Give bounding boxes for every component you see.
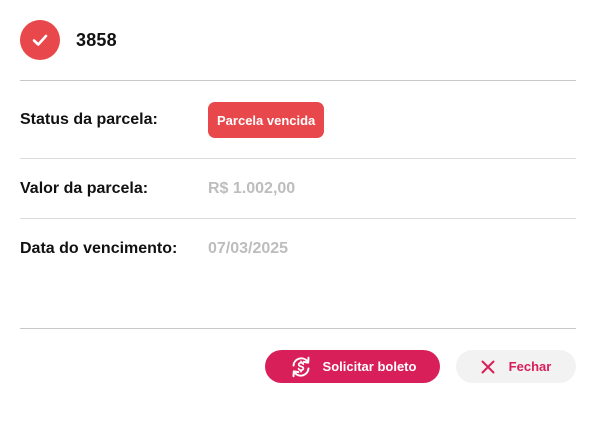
modal-header: 3858 bbox=[20, 20, 117, 60]
due-date-value: 07/03/2025 bbox=[208, 240, 289, 257]
status-badge: Parcela vencida bbox=[208, 102, 325, 138]
request-boleto-button[interactable]: Solicitar boleto bbox=[265, 350, 440, 383]
close-icon bbox=[481, 360, 495, 374]
close-button[interactable]: Fechar bbox=[456, 350, 576, 383]
amount-row: Valor da parcela: R$ 1.002,00 bbox=[20, 171, 295, 207]
due-date-label: Data do vencimento: bbox=[20, 240, 178, 257]
status-row: Status da parcela: Parcela vencida bbox=[20, 102, 325, 138]
installment-number: 3858 bbox=[76, 29, 117, 50]
row-divider bbox=[20, 218, 576, 219]
header-divider bbox=[20, 80, 576, 81]
check-icon bbox=[20, 20, 60, 60]
footer-divider bbox=[20, 328, 576, 329]
refresh-dollar-icon bbox=[289, 355, 313, 379]
amount-value: R$ 1.002,00 bbox=[208, 180, 296, 197]
request-boleto-label: Solicitar boleto bbox=[322, 359, 417, 374]
amount-label: Valor da parcela: bbox=[20, 180, 149, 197]
due-date-row: Data do vencimento: 07/03/2025 bbox=[20, 231, 288, 267]
status-label: Status da parcela: bbox=[20, 111, 158, 128]
row-divider bbox=[20, 158, 576, 159]
close-label: Fechar bbox=[508, 359, 552, 374]
